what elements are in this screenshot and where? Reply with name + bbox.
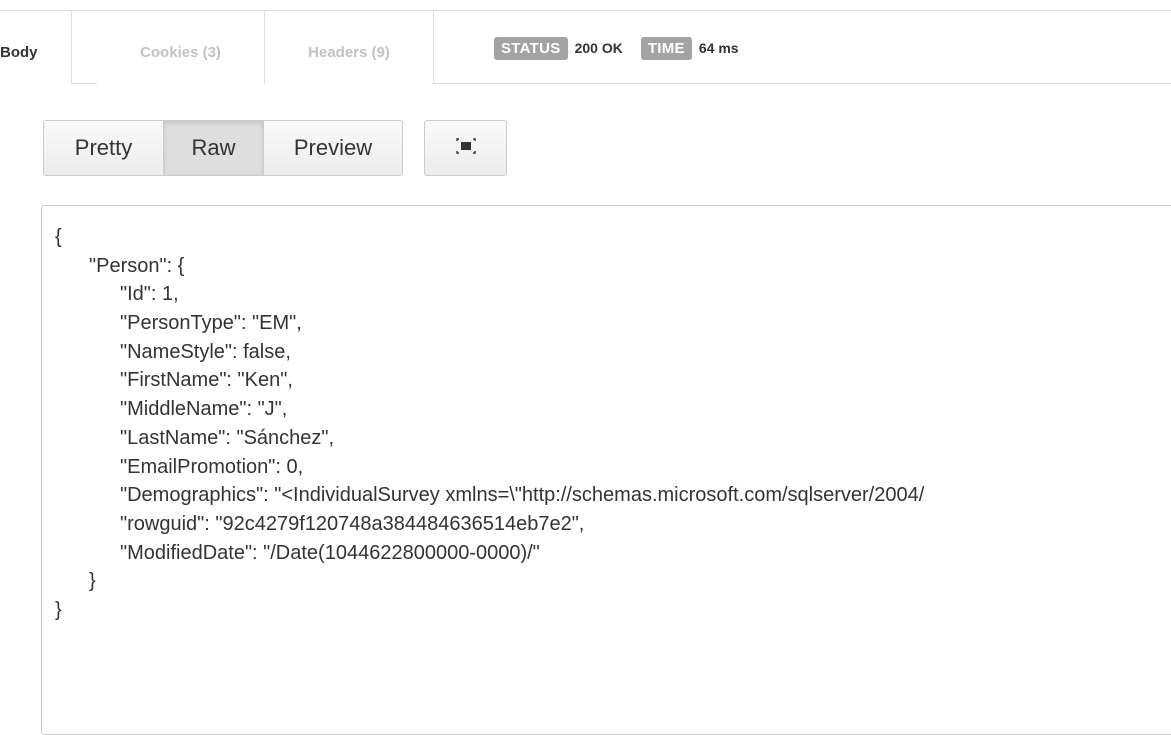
code-line: "NameStyle": false, <box>120 340 291 363</box>
response-body[interactable]: { "Person": { "Id": 1, "PersonType": "EM… <box>41 205 1171 735</box>
tab-cookies[interactable]: Cookies (3) <box>97 11 265 84</box>
raw-button[interactable]: Raw <box>164 121 264 175</box>
view-mode-toggle: Pretty Raw Preview <box>43 120 403 176</box>
code-line: "Person": { <box>89 254 185 277</box>
code-line: "Demographics": "<IndividualSurvey xmlns… <box>120 484 925 507</box>
time-value: 64 ms <box>698 40 739 56</box>
code-line: "rowguid": "92c4279f120748a384484636514e… <box>120 512 585 535</box>
code-line: "FirstName": "Ken", <box>120 369 293 392</box>
response-tab-bar: Body Cookies (3) Headers (9) STATUS 200 … <box>0 10 1171 84</box>
code-line: { <box>55 226 62 248</box>
code-line: "MiddleName": "J", <box>120 398 288 421</box>
wrap-toggle-button[interactable] <box>424 120 507 176</box>
code-line: "PersonType": "EM", <box>120 312 302 335</box>
tab-headers[interactable]: Headers (9) <box>265 11 434 84</box>
response-meta: STATUS 200 OK TIME 64 ms <box>494 35 739 61</box>
pretty-button[interactable]: Pretty <box>44 121 164 175</box>
time-badge: TIME <box>640 36 692 60</box>
code-line: "Id": 1, <box>120 283 179 306</box>
code-line: "LastName": "Sánchez", <box>120 426 335 449</box>
status-value: 200 OK <box>574 40 623 56</box>
code-line: } <box>55 598 62 621</box>
preview-button[interactable]: Preview <box>264 121 402 175</box>
code-line: } <box>89 570 96 593</box>
tab-body[interactable]: Body <box>0 11 72 84</box>
code-line: "EmailPromotion": 0, <box>120 455 304 478</box>
code-line: "ModifiedDate": "/Date(1044622800000-000… <box>120 541 540 564</box>
wrap-toggle-icon <box>455 137 476 159</box>
status-badge: STATUS <box>494 36 568 60</box>
